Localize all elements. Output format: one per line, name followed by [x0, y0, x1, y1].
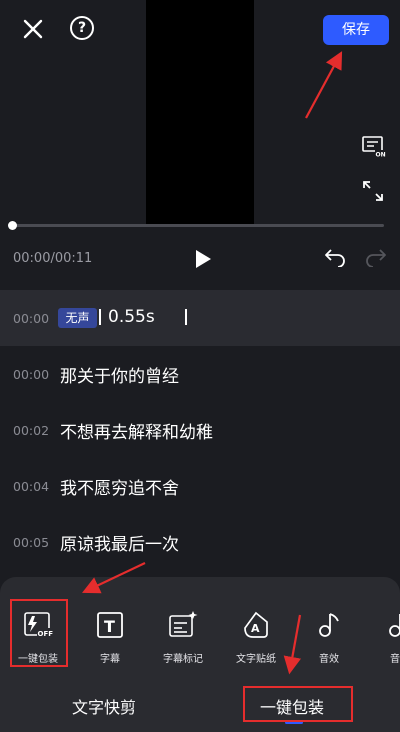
tool-label: 文字贴纸	[236, 654, 276, 665]
subtitle-toggle-button[interactable]: ON	[362, 136, 386, 159]
close-button[interactable]	[18, 14, 48, 44]
row-text: 那关于你的曾经	[60, 366, 179, 387]
subtitle-row[interactable]: 00:00 那关于你的曾经	[0, 346, 400, 402]
text-sticker-icon: A	[244, 611, 268, 638]
video-preview[interactable]	[146, 0, 254, 225]
music-icon	[389, 614, 400, 637]
subtitle-row-silent[interactable]: 00:00 无声 0.55s	[0, 290, 400, 346]
undo-icon	[325, 249, 345, 268]
svg-text:T: T	[104, 617, 115, 636]
silence-left-marker	[99, 309, 101, 325]
silent-badge: 无声	[58, 308, 97, 328]
subtitle-on-icon: ON	[362, 136, 386, 159]
tool-label: 音效	[319, 654, 339, 665]
undo-button[interactable]	[324, 247, 346, 268]
svg-text:A: A	[251, 622, 260, 635]
tab-text-quick-cut[interactable]: 文字快剪	[72, 694, 136, 718]
redo-icon	[366, 249, 386, 268]
help-icon: ?	[77, 20, 87, 36]
progress-track[interactable]	[12, 224, 384, 227]
subtitle-icon: T	[97, 612, 123, 638]
tool-label: 音	[390, 654, 400, 665]
row-timestamp: 00:02	[13, 422, 50, 438]
subtitle-row[interactable]: 00:02 不想再去解释和幼稚	[0, 402, 400, 458]
play-button[interactable]	[193, 249, 213, 269]
fullscreen-button[interactable]	[362, 180, 384, 202]
save-button[interactable]: 保存	[323, 15, 389, 45]
annotation-box-tab	[243, 686, 353, 722]
sound-effect-icon	[319, 613, 339, 637]
subtitle-row[interactable]: 00:05 原谅我最后一次	[0, 514, 400, 570]
silence-duration: 0.55s	[108, 307, 155, 327]
row-timestamp: 00:04	[13, 478, 50, 494]
fullscreen-icon	[363, 181, 383, 201]
time-readout: 00:00/00:11	[13, 251, 93, 266]
help-button[interactable]: ?	[70, 16, 94, 40]
row-text: 不想再去解释和幼稚	[60, 422, 213, 443]
subtitle-row[interactable]: 00:04 我不愿穷追不舍	[0, 458, 400, 514]
row-timestamp: 00:00	[13, 310, 50, 326]
tool-label: 字幕	[100, 654, 120, 665]
row-text: 原谅我最后一次	[60, 534, 179, 555]
arrow-to-save	[305, 51, 343, 119]
subtitle-mark-icon	[169, 611, 198, 637]
tool-subtitle-mark[interactable]: 字幕标记	[153, 610, 213, 665]
row-text: 我不愿穷追不舍	[60, 478, 179, 499]
tool-sound-effect[interactable]: 音效	[299, 610, 359, 665]
annotation-box-tool	[10, 599, 68, 667]
svg-text:ON: ON	[376, 152, 386, 159]
tool-subtitle[interactable]: T 字幕	[80, 610, 140, 665]
tool-text-sticker[interactable]: A 文字贴纸	[226, 610, 286, 665]
tool-label: 字幕标记	[163, 654, 203, 665]
close-icon	[23, 19, 43, 39]
play-icon	[196, 250, 211, 268]
row-timestamp: 00:05	[13, 534, 50, 550]
silence-right-marker	[185, 309, 187, 325]
tool-music[interactable]: 音	[370, 610, 400, 665]
progress-knob[interactable]	[8, 221, 17, 230]
row-timestamp: 00:00	[13, 366, 50, 382]
redo-button[interactable]	[365, 247, 387, 268]
